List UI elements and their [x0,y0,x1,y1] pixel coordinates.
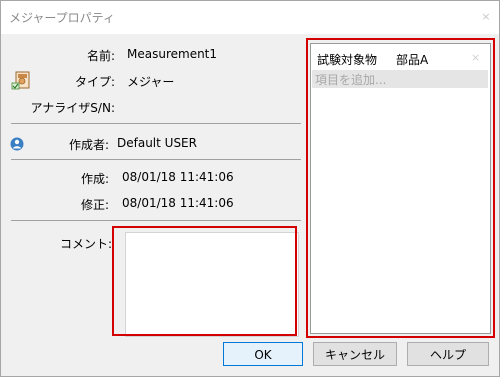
name-value: Measurement1 [127,47,218,61]
type-value: メジャー [127,75,175,89]
created-value: 08/01/18 11:41:06 [122,170,234,184]
window-title: メジャープロパティ [9,11,115,25]
creator-value: Default USER [117,136,197,150]
modified-value: 08/01/18 11:41:06 [122,196,234,210]
modified-label: 修正: [80,198,109,212]
help-button[interactable]: ヘルプ [407,342,489,366]
title-bar: メジャープロパティ × [1,1,499,34]
comment-label: コメント: [59,237,112,251]
ok-button[interactable]: OK [223,342,303,366]
measure-properties-dialog: メジャープロパティ × 名前: Measurement1 タイプ: メジャー ア… [0,0,500,377]
separator [11,159,301,160]
cancel-button[interactable]: キャンセル [313,342,397,366]
type-label: タイプ: [74,75,115,89]
tag-panel-highlight-frame [306,38,495,338]
analyzer-sn-label: アナライザS/N: [30,101,115,115]
creator-label: 作成者: [68,138,109,152]
created-label: 作成: [80,172,109,186]
separator [11,220,301,221]
separator [11,123,301,124]
close-icon[interactable]: × [479,10,493,24]
comment-highlight-frame [112,226,297,336]
name-label: 名前: [86,49,115,63]
